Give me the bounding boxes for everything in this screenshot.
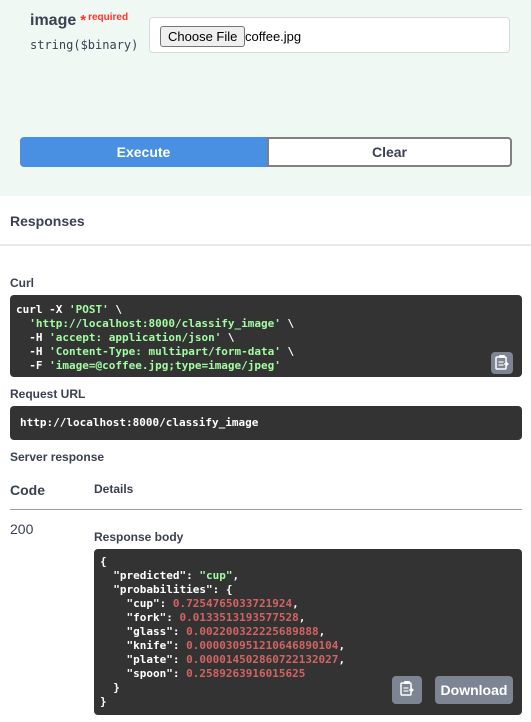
json-key: "spoon" [126,667,173,680]
table-divider [10,509,522,510]
json-key: "plate" [126,653,173,666]
curl-command-text: -H [16,345,50,358]
param-name: image * required [30,12,128,30]
curl-continuation: \ [280,345,295,358]
json-number-value: 0.000014502860722132027 [186,653,339,666]
json-key: "probabilities" [113,583,213,596]
responses-title: Responses [10,213,85,229]
json-probabilities-list: "cup": 0.7254765033721924, "fork": 0.013… [100,597,516,681]
curl-string-arg: 'POST' [68,303,109,316]
curl-continuation: \ [280,317,295,330]
parameter-section: image * required string($binary) Choose Fi… [0,0,531,196]
choose-file-button[interactable]: Choose File [160,26,246,47]
json-probability-line: "glass": 0.002200322225689888, [126,625,326,638]
copy-response-button[interactable] [392,676,422,704]
execute-button[interactable]: Execute [20,137,267,167]
responses-header: Responses [0,196,531,246]
param-name-text: image [30,12,77,29]
curl-continuation: \ [221,331,235,344]
json-key: "knife" [126,639,173,652]
curl-line: -F 'image=@coffee.jpg;type=image/jpeg' [16,359,516,373]
curl-command-text: -H [16,331,50,344]
curl-string-arg: 'accept: application/json' [49,331,222,344]
json-key: "predicted" [113,569,187,582]
curl-string-arg: 'image=@coffee.jpg;type=image/jpeg' [49,359,281,372]
column-code-header: Code [10,482,45,498]
curl-line: -H 'Content-Type: multipart/form-data' \ [16,345,516,359]
clipboard-icon [400,680,414,701]
json-number-value: 0.7254765033721924 [172,597,293,610]
json-string-value: "cup" [199,569,233,582]
request-url-block[interactable]: http://localhost:8000/classify_image [10,406,522,440]
curl-lines: curl -X 'POST' \ 'http://localhost:8000/… [16,303,516,373]
curl-label: Curl [10,276,34,290]
column-details-header: Details [94,482,134,496]
json-predicted-line: "predicted": "cup", [113,569,240,582]
copy-curl-button[interactable] [491,352,513,374]
download-button[interactable]: Download [435,676,513,704]
curl-line: -H 'accept: application/json' \ [16,331,516,345]
curl-continuation: \ [108,303,122,316]
file-input-box[interactable]: Choose File coffee.jpg [149,17,510,53]
request-url-label: Request URL [10,387,86,401]
file-name: coffee.jpg [245,29,302,44]
json-number-value: 0.0133513193577528 [179,611,299,624]
json-probability-line: "knife": 0.000030951210646890104, [126,639,346,652]
curl-string-arg: 'http://localhost:8000/classify_image' [29,317,281,330]
curl-command-text: curl -X [16,303,69,316]
json-number-value: 0.002200322225689888 [186,625,319,638]
json-probability-line: "plate": 0.000014502860722132027, [126,653,346,666]
json-key: "glass" [126,625,173,638]
json-key: "cup" [126,597,160,610]
clear-button[interactable]: Clear [267,137,512,167]
curl-line: 'http://localhost:8000/classify_image' \ [16,317,516,331]
json-probability-line: "cup": 0.7254765033721924, [126,597,299,610]
json-number-value: 0.2589263916015625 [186,667,306,680]
curl-command-text: -F [16,359,50,372]
request-url-text: http://localhost:8000/classify_image [20,416,259,429]
json-key: "fork" [126,611,167,624]
json-probability-line: "fork": 0.0133513193577528, [126,611,306,624]
json-open-brace: { [100,555,107,568]
curl-command-text [16,317,29,330]
status-code: 200 [10,521,34,537]
param-type: string($binary) [30,38,139,52]
json-probabilities-line: "probabilities": { [113,583,233,596]
execute-button-row: Execute Clear [20,137,512,167]
curl-line: curl -X 'POST' \ [16,303,516,317]
required-label: required [88,12,129,23]
required-star: * [80,12,87,29]
json-number-value: 0.000030951210646890104 [186,639,339,652]
response-body-label: Response body [94,530,184,544]
server-response-label: Server response [10,450,105,464]
curl-code-block[interactable]: curl -X 'POST' \ 'http://localhost:8000/… [10,295,522,377]
curl-string-arg: 'Content-Type: multipart/form-data' [49,345,281,358]
clipboard-icon [495,354,509,373]
